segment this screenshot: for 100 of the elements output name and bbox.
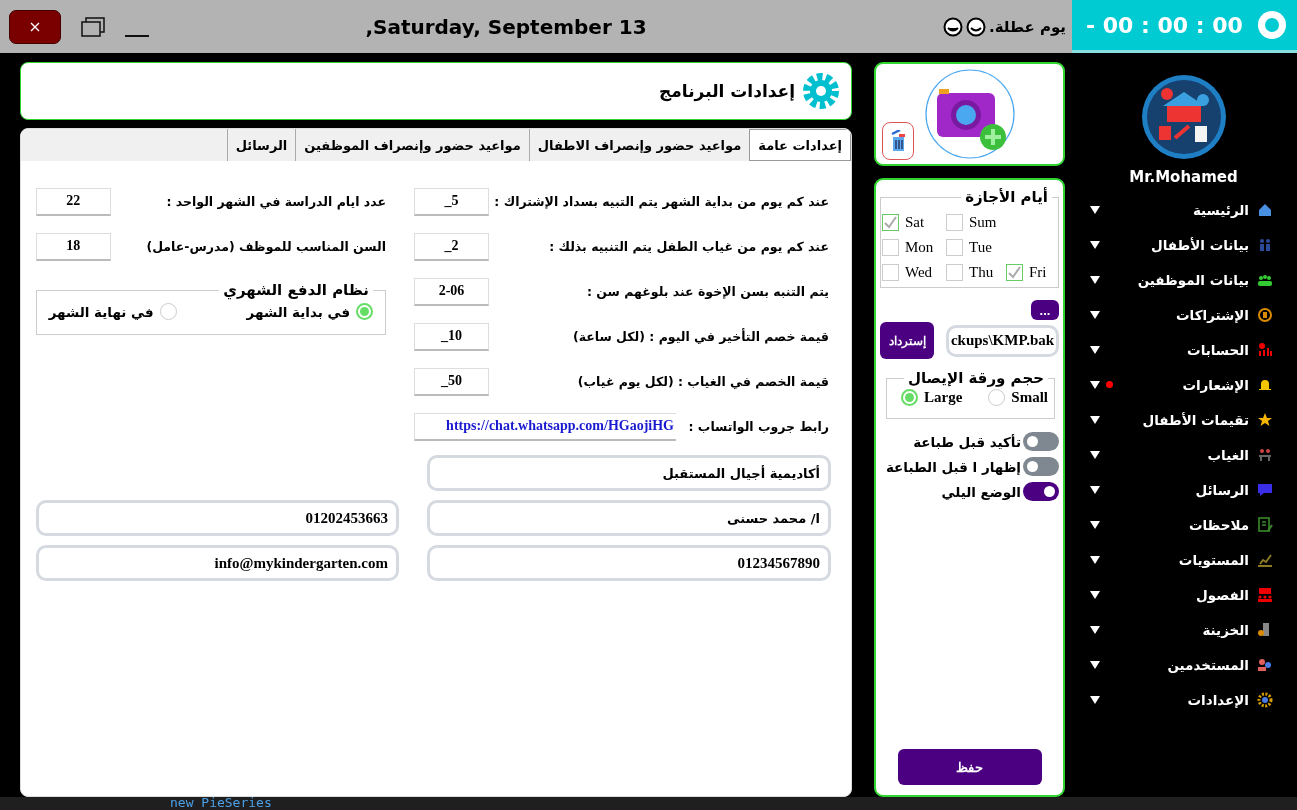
day-checkbox[interactable]: Sat [882,214,946,231]
setting-label: يتم التنبه بسن الإخوة عند بلوغهم سن : [586,284,829,299]
save-button[interactable]: حفظ [897,749,1042,785]
home-icon [1257,201,1273,218]
caret-icon[interactable] [1090,660,1100,669]
check-icon [884,216,897,229]
caret-icon[interactable] [1090,590,1100,599]
day-checkbox[interactable]: Mon [882,239,946,256]
text-field[interactable]: أكاديمية أجيال المستقبل [427,455,831,491]
sidebar-item[interactable]: ملاحظات [1070,507,1297,542]
caret-icon[interactable] [1090,695,1100,704]
coin-icon [1257,306,1273,323]
toggle-label: إظهار ا قبل الطباعة [885,458,1021,475]
tab[interactable]: مواعيد حضور وإنصراف الموظفين [295,129,529,161]
toggle-switch[interactable] [1023,457,1059,476]
sidebar-item[interactable]: الحسابات [1070,332,1297,367]
radio-option[interactable]: في نهاية الشهر [48,303,177,320]
caret-icon[interactable] [1090,240,1100,249]
day-checkbox[interactable]: Tue [946,239,1006,256]
caret-icon[interactable] [1090,380,1100,389]
text-field[interactable]: info@mykindergarten.com [36,545,399,581]
tab[interactable]: إعدادات عامة [749,129,851,161]
browse-button[interactable]: ... [1031,300,1059,320]
smiley-icon [942,16,963,37]
caret-icon[interactable] [1090,625,1100,634]
star-icon [1257,411,1273,428]
radio-option[interactable]: في بداية الشهر [246,303,373,320]
tab[interactable]: الرسائل [226,129,296,161]
trash-icon [890,130,906,152]
path-field[interactable]: ckups\KMP.bak [946,324,1059,357]
link-field[interactable]: https://chat.whatsapp.com/HGaojiHG [414,412,676,441]
timer-text: - 00 : 00 : 00 [1086,12,1243,38]
group-title: حجم ورقة الإيصال [906,369,1045,387]
number-field[interactable]: _5 [414,187,489,216]
close-button[interactable] [9,9,61,44]
check-icon [1008,266,1021,279]
setting-label: عدد ايام الدراسة في الشهر الواحد : [166,194,386,209]
sidebar-item[interactable]: الإشتراكات [1070,297,1297,332]
camera-icon[interactable] [924,69,1015,159]
caret-icon[interactable] [1090,485,1100,494]
number-field[interactable]: _2 [414,232,489,261]
setting-label: السن المناسب للموظف (مدرس-عامل) [146,239,386,254]
day-checkbox[interactable]: Fri [1006,264,1052,281]
caret-icon[interactable] [1090,205,1100,214]
text-field[interactable]: 01202453663 [36,500,399,536]
toggle-label: تأكيد قبل طباعة [913,433,1021,450]
user-name: Mr.Mohamed [1128,168,1239,186]
sidebar-item[interactable]: الغياب [1070,437,1297,472]
day-checkbox[interactable]: Wed [882,264,946,281]
day-status: يوم عطلة. [988,17,1066,36]
sidebar-item[interactable]: الخزينة [1070,612,1297,647]
number-field[interactable]: _50 [414,367,489,396]
caret-icon[interactable] [1090,450,1100,459]
setting-label: رابط جروب الواتساب : [688,419,829,434]
date-label: Saturday, September 13, [364,14,648,39]
caret-icon[interactable] [1090,415,1100,424]
group-title: نظام الدفع الشهري [222,281,370,299]
sidebar-item[interactable]: المستويات [1070,542,1297,577]
sidebar-item[interactable]: المستخدمين [1070,647,1297,682]
day-checkbox[interactable]: Sum [946,214,1006,231]
gear-icon [1257,691,1273,708]
number-field[interactable]: 2-06 [414,277,489,306]
number-field[interactable]: 22 [35,187,111,216]
people-icon [1257,236,1273,253]
sidebar-item[interactable]: الرئيسية [1070,192,1297,227]
page-title: إعدادات البرنامج [659,81,795,101]
restore-icon[interactable] [81,16,105,37]
setting-label: عند كم يوم من بداية الشهر يتم التبيه بسداد الإشتراك : [494,194,829,209]
people-icon [1257,446,1273,463]
toggle-label: الوضع اليلي [941,483,1021,500]
smiley-icon [965,16,986,37]
sidebar-item[interactable]: الرسائل [1070,472,1297,507]
close-icon [30,21,40,32]
setting-label: قيمة الخصم في الغياب : (لكل يوم غياب) [577,374,829,389]
sidebar-item[interactable]: الفصول [1070,577,1297,612]
code-line: new PieSeries [170,797,272,809]
setting-label: عند كم يوم من غياب الطفل يتم التنبيه بذلك : [549,239,829,254]
toggle-switch[interactable] [1023,482,1059,501]
number-field[interactable]: _10 [414,322,489,351]
restore-button[interactable]: إسترداد [880,322,934,359]
caret-icon[interactable] [1090,310,1100,319]
sidebar-item[interactable]: تقيمات الأطفال [1070,402,1297,437]
text-field[interactable]: ا/ محمد حسنى [427,500,831,536]
caret-icon[interactable] [1090,345,1100,354]
sidebar-item[interactable]: الإشعارات [1070,367,1297,402]
text-field[interactable]: 01234567890 [427,545,831,581]
setting-label: قيمة خصم التأخير في اليوم : (لكل ساعة) [572,329,829,344]
caret-icon[interactable] [1090,275,1100,284]
sidebar-item[interactable]: بيانات الموظفين [1070,262,1297,297]
caret-icon[interactable] [1090,555,1100,564]
radio-option[interactable]: Small [988,389,1048,406]
sidebar-item[interactable]: الإعدادات [1070,682,1297,717]
toggle-switch[interactable] [1023,432,1059,451]
delete-button[interactable] [882,122,914,160]
day-checkbox[interactable]: Thu [946,264,1006,281]
caret-icon[interactable] [1090,520,1100,529]
tab[interactable]: مواعيد حضور وإنصراف الاطفال [528,129,750,161]
sidebar-item[interactable]: بيانات الأطفال [1070,227,1297,262]
radio-option[interactable]: Large [901,389,963,406]
number-field[interactable]: 18 [35,232,111,261]
